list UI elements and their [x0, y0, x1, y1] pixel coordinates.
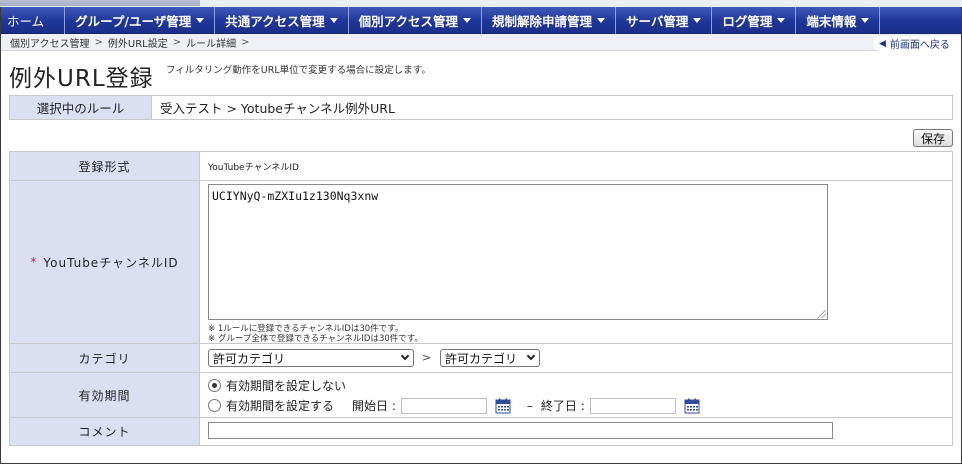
breadcrumb-item[interactable]: 個別アクセス管理 — [10, 35, 90, 50]
caret-down-icon — [196, 17, 205, 23]
category-select-secondary-value: 許可カテゴリ — [445, 351, 518, 366]
nav-terminal-label: 端末情報 — [806, 13, 857, 29]
breadcrumb-separator: > — [241, 36, 250, 48]
nav-server-label: サーバ管理 — [626, 13, 689, 29]
period-option-set[interactable]: 有効期間を設定する 開始日 : – 終了日 : — [208, 397, 700, 414]
nav-unblock-request-label: 規制解除申請管理 — [492, 13, 593, 29]
breadcrumb-separator: > — [94, 36, 103, 48]
caret-down-icon — [861, 17, 870, 23]
chevron-down-icon — [400, 351, 410, 361]
chevron-down-icon — [526, 351, 536, 361]
caret-down-icon — [693, 17, 702, 23]
category-select-secondary[interactable]: 許可カテゴリ — [440, 349, 540, 367]
end-date-input[interactable] — [589, 397, 676, 414]
breadcrumb: 個別アクセス管理 > 例外URL設定 > ルール詳細 > ◀ 前画面へ戻る — [1, 34, 961, 51]
calendar-icon[interactable] — [684, 398, 700, 414]
format-row: 登録形式 YouTubeチャンネルID — [10, 152, 952, 181]
nav-individual-access[interactable]: 個別アクセス管理 — [349, 6, 482, 34]
main-nav: ホーム グループ/ユーザ管理 共通アクセス管理 個別アクセス管理 規制解除申請管… — [1, 6, 961, 34]
back-button[interactable]: ◀ 前画面へ戻る — [873, 36, 961, 51]
date-range-dash: – — [526, 398, 533, 413]
caret-down-icon — [597, 17, 606, 23]
channel-note-group: ※ グループ全体で登録できるチャンネルIDは30件です。 — [208, 334, 423, 344]
period-option-none[interactable]: 有効期間を設定しない — [208, 377, 346, 394]
caret-down-icon — [777, 17, 786, 23]
nav-common-access[interactable]: 共通アクセス管理 — [215, 6, 349, 34]
period-cell: 有効期間を設定しない 有効期間を設定する 開始日 : – 終了日: — [200, 373, 952, 417]
breadcrumb-separator: > — [172, 36, 182, 48]
channel-cell: UCIYNyQ-mZXIu1z130Nq3xnw ※ 1ルールに登録できるチャン… — [200, 181, 952, 344]
nav-common-access-label: 共通アクセス管理 — [225, 13, 325, 29]
breadcrumb-item[interactable]: 例外URL設定 — [108, 35, 168, 50]
channel-id-value: UCIYNyQ-mZXIu1z130Nq3xnw — [212, 189, 379, 203]
nav-individual-access-label: 個別アクセス管理 — [358, 13, 458, 29]
category-cell: 許可カテゴリ > 許可カテゴリ — [200, 344, 952, 372]
selected-rule-label: 選択中のルール — [10, 96, 152, 119]
end-date-label: 終了日 : — [540, 399, 585, 413]
start-date-input[interactable] — [400, 397, 487, 414]
channel-row: * YouTubeチャンネルID UCIYNyQ-mZXIu1z130Nq3xn… — [10, 181, 952, 344]
category-row: カテゴリ 許可カテゴリ > 許可カテゴリ — [10, 344, 952, 373]
required-mark: * — [30, 255, 38, 269]
comment-cell — [200, 418, 952, 445]
format-value: YouTubeチャンネルID — [208, 162, 299, 173]
page-subtitle: フィルタリング動作をURL単位で変更する場合に設定します。 — [166, 65, 431, 76]
category-select-primary[interactable]: 許可カテゴリ — [208, 349, 414, 367]
nav-log-label: ログ管理 — [722, 13, 773, 29]
page-title: 例外URL登録 — [9, 66, 154, 92]
nav-log[interactable]: ログ管理 — [712, 6, 797, 34]
nav-terminal[interactable]: 端末情報 — [796, 6, 881, 34]
period-option-set-label: 有効期間を設定する — [226, 399, 335, 413]
category-label: カテゴリ — [10, 344, 200, 372]
nav-unblock-request[interactable]: 規制解除申請管理 — [482, 6, 617, 34]
category-separator: > — [422, 351, 432, 364]
nav-home[interactable]: ホーム — [1, 6, 66, 34]
category-select-primary-value: 許可カテゴリ — [213, 351, 286, 366]
caret-down-icon — [463, 17, 471, 23]
caret-down-icon — [329, 17, 338, 23]
radio-period-set[interactable] — [208, 399, 221, 412]
comment-input[interactable] — [208, 422, 833, 439]
chevron-left-icon: ◀ — [879, 38, 886, 49]
nav-group-user[interactable]: グループ/ユーザ管理 — [65, 6, 216, 34]
selected-rule-box: 選択中のルール 受入テスト > Yotubeチャンネル例外URL — [9, 95, 953, 120]
period-label: 有効期間 — [10, 373, 200, 417]
calendar-icon[interactable] — [495, 398, 511, 414]
nav-group-user-label: グループ/ユーザ管理 — [75, 13, 192, 29]
selected-rule-value: 受入テスト > Yotubeチャンネル例外URL — [160, 101, 395, 116]
url-form: 登録形式 YouTubeチャンネルID * YouTubeチャンネルID UCI… — [9, 151, 953, 446]
period-row: 有効期間 有効期間を設定しない 有効期間を設定する 開始日 : – 終了日: — [10, 373, 952, 418]
comment-row: コメント — [10, 418, 952, 445]
channel-label: YouTubeチャンネルID — [43, 255, 179, 270]
radio-period-none[interactable] — [208, 379, 221, 392]
period-option-none-label: 有効期間を設定しない — [226, 379, 347, 393]
nav-server[interactable]: サーバ管理 — [616, 6, 713, 34]
breadcrumb-item[interactable]: ルール詳細 — [186, 35, 236, 50]
channel-label-cell: * YouTubeチャンネルID — [10, 181, 200, 343]
start-date-label: 開始日 : — [352, 399, 396, 413]
format-label: 登録形式 — [10, 152, 200, 180]
channel-id-textarea[interactable]: UCIYNyQ-mZXIu1z130Nq3xnw — [208, 184, 828, 320]
comment-label: コメント — [10, 418, 200, 445]
nav-home-label: ホーム — [7, 13, 45, 29]
back-button-label: 前画面へ戻る — [889, 40, 950, 51]
save-button[interactable]: 保存 — [913, 129, 953, 147]
resize-grip-icon[interactable] — [818, 310, 826, 318]
